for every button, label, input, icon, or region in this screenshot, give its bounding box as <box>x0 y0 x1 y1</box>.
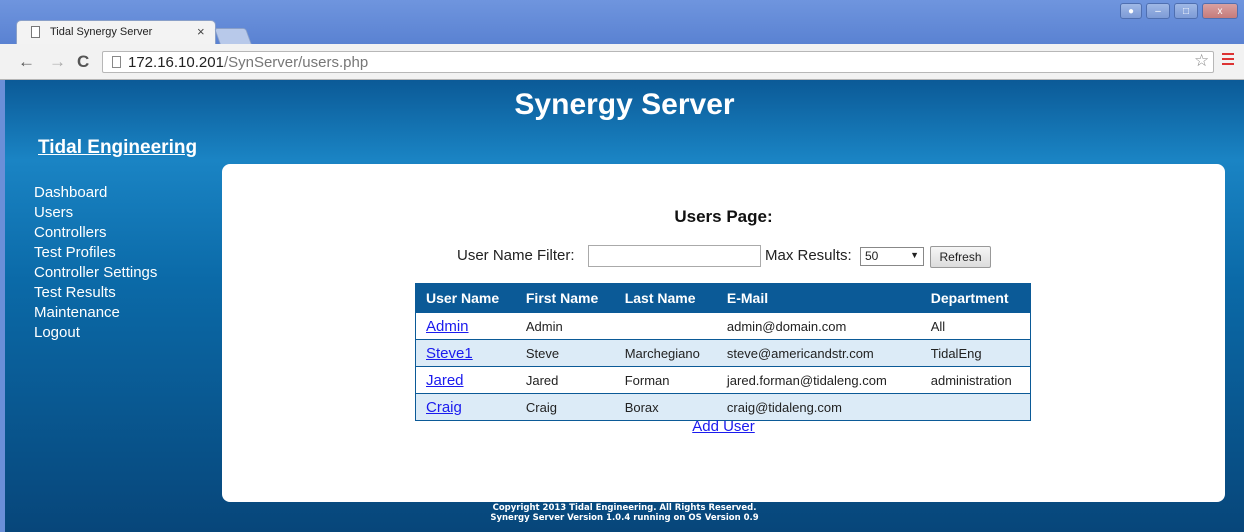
max-results-value: 50 <box>865 249 879 263</box>
refresh-button[interactable]: Refresh <box>930 246 991 268</box>
url-path: /SynServer/users.php <box>223 54 369 71</box>
sidebar-item-users[interactable]: Users <box>34 203 157 223</box>
browser-tab[interactable]: Tidal Synergy Server × <box>16 20 216 44</box>
email-cell: admin@domain.com <box>716 312 921 340</box>
window-controls: ● – □ x <box>1120 3 1238 19</box>
sidebar-item-controller-settings[interactable]: Controller Settings <box>34 263 157 283</box>
sidebar-item-controllers[interactable]: Controllers <box>34 223 157 243</box>
menu-icon[interactable] <box>1222 53 1234 68</box>
first-name-cell: Admin <box>515 312 615 340</box>
user-name-cell: Jared <box>415 366 516 394</box>
sidebar-item-test-profiles[interactable]: Test Profiles <box>34 243 157 263</box>
sidebar-item-maintenance[interactable]: Maintenance <box>34 303 157 323</box>
last-name-cell: Borax <box>614 393 717 421</box>
star-icon[interactable]: ☆ <box>1194 51 1209 71</box>
email-cell: craig@tidaleng.com <box>716 393 921 421</box>
site-title: Synergy Server <box>514 88 735 121</box>
column-header: Last Name <box>614 283 717 313</box>
user-name-cell: Steve1 <box>415 339 516 367</box>
user-link-jared[interactable]: Jared <box>426 372 464 389</box>
email-cell: jared.forman@tidaleng.com <box>716 366 921 394</box>
company-link[interactable]: Tidal Engineering <box>38 137 197 159</box>
minimize-icon[interactable]: – <box>1146 3 1170 19</box>
department-cell: administration <box>920 366 1031 394</box>
new-tab-button[interactable] <box>213 28 253 45</box>
last-name-cell <box>614 312 717 340</box>
first-name-cell: Jared <box>515 366 615 394</box>
user-name-cell: Admin <box>415 312 516 340</box>
sidebar-item-logout[interactable]: Logout <box>34 323 157 343</box>
page-title: Users Page: <box>674 207 773 226</box>
last-name-cell: Forman <box>614 366 717 394</box>
email-cell: steve@americandstr.com <box>716 339 921 367</box>
browser-titlebar: Tidal Synergy Server × ● – □ x <box>0 0 1244 45</box>
url-text[interactable]: 172.16.10.201/SynServer/users.php <box>128 54 368 71</box>
first-name-cell: Craig <box>515 393 615 421</box>
user-name-filter-input[interactable] <box>588 245 761 267</box>
sidebar-nav: Dashboard Users Controllers Test Profile… <box>34 183 157 343</box>
add-user-link[interactable]: Add User <box>222 418 1225 435</box>
tab-close-icon[interactable]: × <box>197 24 205 39</box>
users-table: User Name First Name Last Name E-Mail De… <box>415 283 1031 421</box>
maximize-icon[interactable]: □ <box>1174 3 1198 19</box>
user-link-admin[interactable]: Admin <box>426 318 469 335</box>
forward-arrow-icon[interactable]: → <box>49 52 66 72</box>
user-link-craig[interactable]: Craig <box>426 399 462 416</box>
table-row: Steve1 Steve Marchegiano steve@americand… <box>415 339 1031 367</box>
reload-icon[interactable]: C <box>77 52 89 72</box>
first-name-cell: Steve <box>515 339 615 367</box>
column-header: User Name <box>415 283 516 313</box>
department-cell <box>920 393 1031 421</box>
max-results-label: Max Results: <box>765 247 852 264</box>
department-cell: All <box>920 312 1031 340</box>
chevron-down-icon: ▼ <box>910 250 919 260</box>
close-icon[interactable]: x <box>1202 3 1238 19</box>
table-header-row: User Name First Name Last Name E-Mail De… <box>415 283 1031 313</box>
address-bar[interactable]: 172.16.10.201/SynServer/users.php <box>102 51 1214 73</box>
column-header: E-Mail <box>716 283 921 313</box>
table-row: Admin Admin admin@domain.com All <box>415 312 1031 340</box>
column-header: Department <box>920 283 1031 313</box>
content-panel: Users Page: User Name Filter: Max Result… <box>222 164 1225 502</box>
browser-toolbar: ← → C 172.16.10.201/SynServer/users.php … <box>0 44 1244 80</box>
user-link-steve1[interactable]: Steve1 <box>426 345 473 362</box>
copyright-text: Copyright 2013 Tidal Engineering. All Ri… <box>492 503 757 513</box>
column-header: First Name <box>515 283 615 313</box>
page-viewport: Synergy Server Tidal Engineering Dashboa… <box>5 80 1244 532</box>
page-icon <box>112 56 121 68</box>
table-row: Craig Craig Borax craig@tidaleng.com <box>415 393 1031 421</box>
user-name-cell: Craig <box>415 393 516 421</box>
user-icon[interactable]: ● <box>1120 3 1142 19</box>
page-icon <box>31 26 40 38</box>
max-results-select[interactable]: 50 ▼ <box>860 247 924 266</box>
version-text: Synergy Server Version 1.0.4 running on … <box>490 513 759 523</box>
sidebar-item-test-results[interactable]: Test Results <box>34 283 157 303</box>
tab-title: Tidal Synergy Server <box>50 26 153 38</box>
last-name-cell: Marchegiano <box>614 339 717 367</box>
sidebar-item-dashboard[interactable]: Dashboard <box>34 183 157 203</box>
user-name-filter-label: User Name Filter: <box>457 247 575 264</box>
url-host: 172.16.10.201 <box>128 54 224 71</box>
department-cell: TidalEng <box>920 339 1031 367</box>
table-row: Jared Jared Forman jared.forman@tidaleng… <box>415 366 1031 394</box>
back-arrow-icon[interactable]: ← <box>18 52 35 72</box>
footer: Copyright 2013 Tidal Engineering. All Ri… <box>5 503 1244 523</box>
